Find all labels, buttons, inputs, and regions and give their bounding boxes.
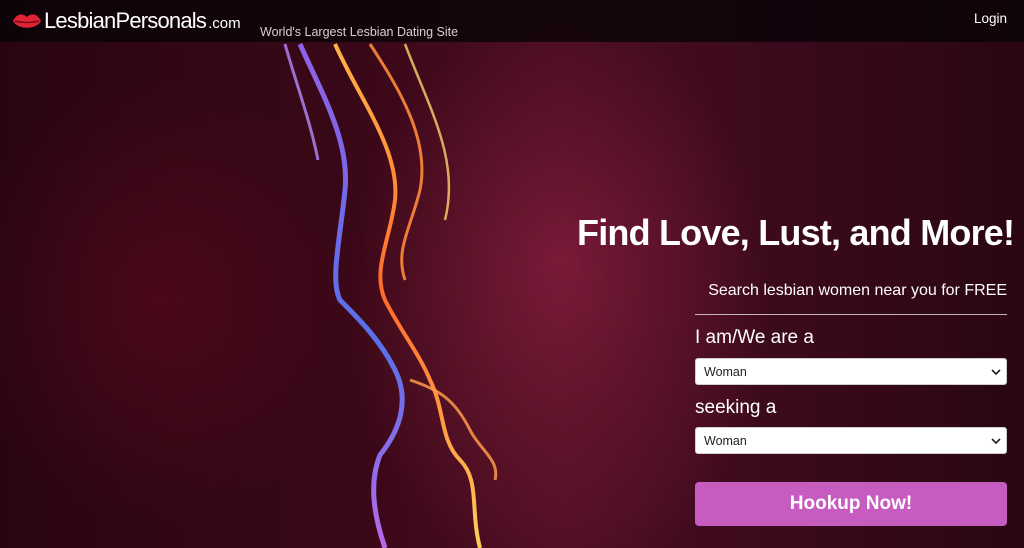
chevron-down-icon [991, 438, 1001, 445]
hero-background-image [0, 0, 1024, 548]
i-am-label: I am/We are a [695, 327, 814, 348]
brand-name: LesbianPersonals [44, 8, 207, 33]
site-logo[interactable]: LesbianPersonals .com [12, 9, 241, 33]
seeking-label: seeking a [695, 397, 777, 418]
i-am-selected-value: Woman [704, 365, 747, 379]
seeking-select[interactable]: Woman [695, 427, 1007, 454]
brand-domain: .com [208, 15, 241, 32]
hero-subheadline: Search lesbian women near you for FREE [708, 282, 1007, 299]
site-tagline: World's Largest Lesbian Dating Site [260, 25, 459, 39]
hookup-now-label: Hookup Now! [789, 493, 913, 514]
divider [695, 314, 1007, 315]
hero-headline: Find Love, Lust, and More! [577, 212, 1015, 253]
hookup-now-button[interactable]: Hookup Now! [695, 482, 1007, 526]
seeking-selected-value: Woman [704, 434, 747, 448]
lips-icon [13, 14, 41, 28]
login-link[interactable]: Login [974, 11, 1007, 26]
top-navigation-bar: LesbianPersonals .com World's Largest Le… [0, 0, 1024, 42]
neon-silhouette-illustration [283, 0, 780, 548]
i-am-select[interactable]: Woman [695, 358, 1007, 385]
chevron-down-icon [991, 369, 1001, 376]
